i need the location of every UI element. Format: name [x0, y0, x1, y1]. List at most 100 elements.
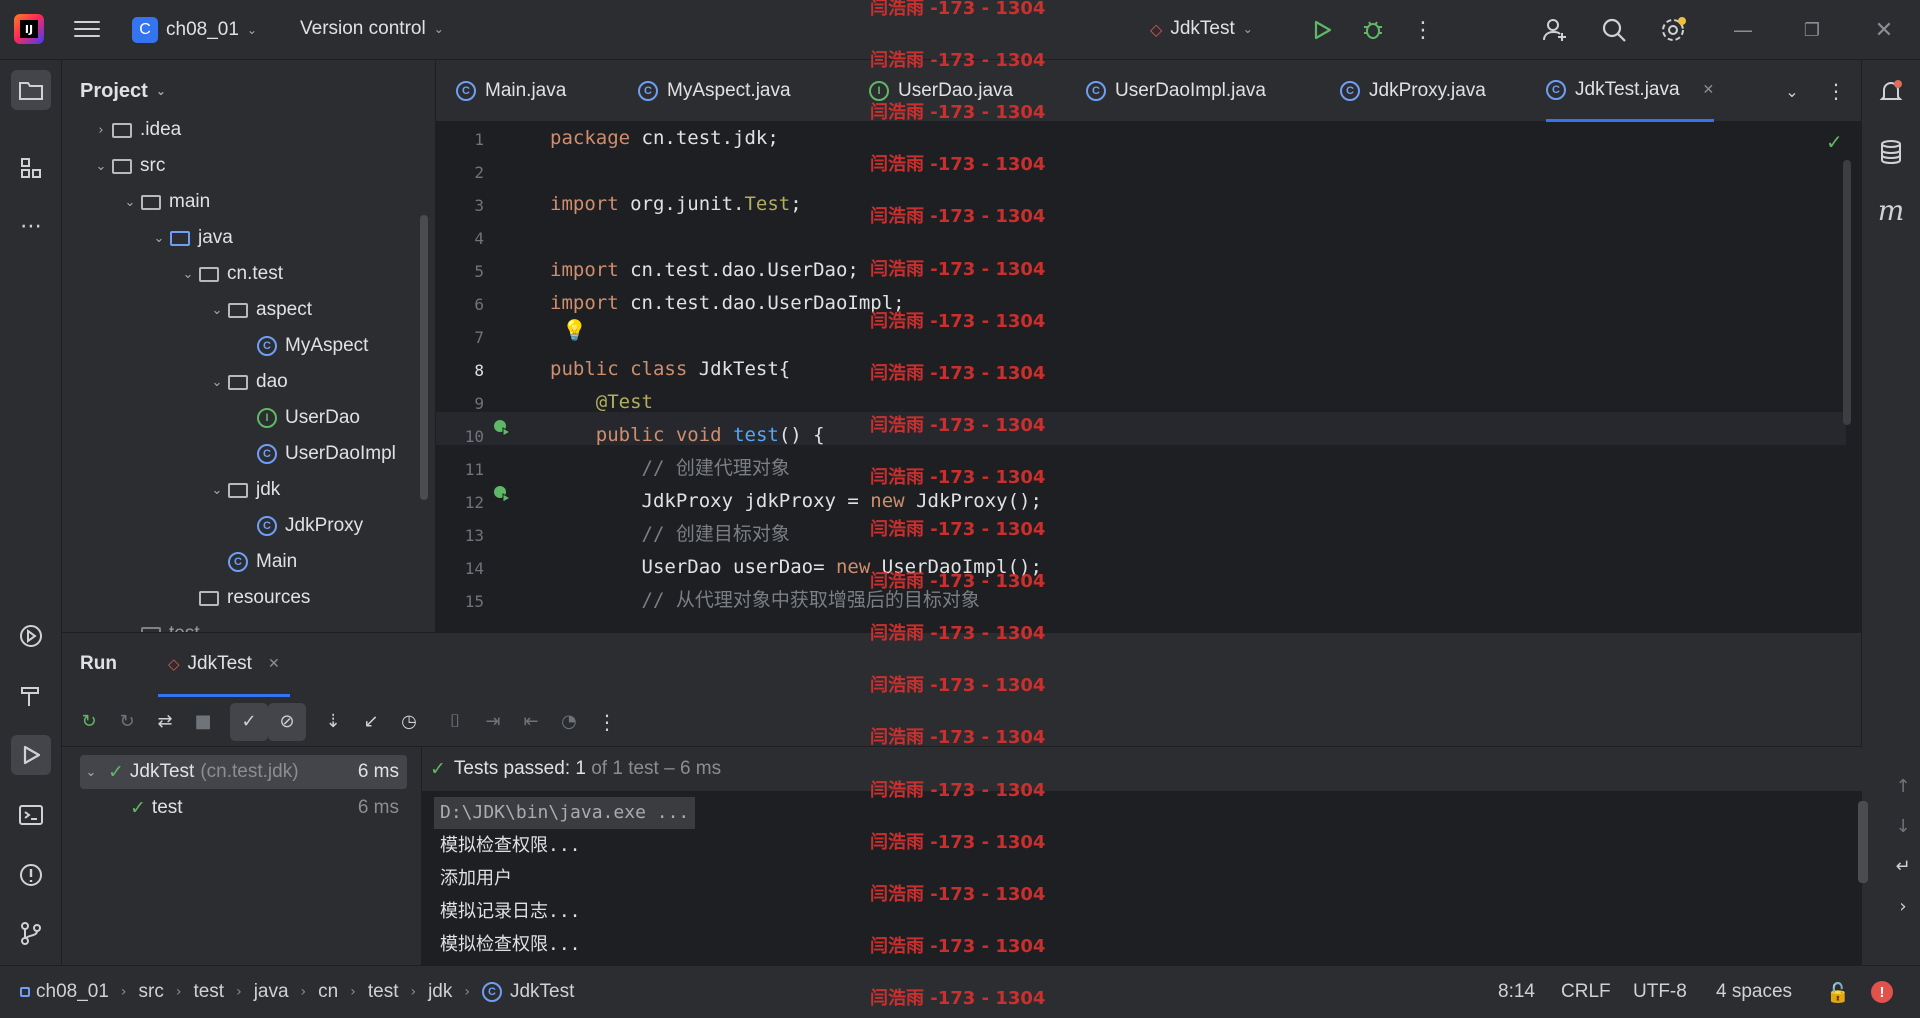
tree-item[interactable]: C UserDaoImpl	[62, 437, 396, 471]
terminal-icon[interactable]	[11, 795, 51, 835]
test-row-method[interactable]: ✓ test 6 ms	[80, 791, 407, 825]
rerun-failed-icon[interactable]: ↻	[108, 703, 146, 741]
tree-item[interactable]: ⌄ aspect	[62, 293, 312, 327]
structure-icon[interactable]	[11, 148, 51, 188]
editor-tab[interactable]: C MyAspect.java	[638, 60, 791, 122]
tree-item[interactable]: ⌄ main	[62, 185, 211, 219]
code-line[interactable]: import cn.test.dao.UserDaoImpl;	[550, 287, 905, 320]
services-icon[interactable]	[11, 616, 51, 656]
collapse-icon[interactable]: ↙	[352, 703, 390, 741]
tree-item[interactable]: C MyAspect	[62, 329, 368, 363]
caret-position[interactable]: 8:14	[1498, 981, 1535, 1003]
run-config-selector[interactable]: ◇ JdkTest ⌄	[1150, 18, 1253, 40]
build-hammer-icon[interactable]	[11, 676, 51, 716]
tree-item[interactable]: ⌄ jdk	[62, 473, 281, 507]
tab-run-config[interactable]: ◇ JdkTest ✕	[158, 633, 290, 697]
close-icon[interactable]: ✕	[1868, 14, 1900, 46]
code-line[interactable]: public void test() {	[550, 419, 825, 452]
breadcrumb-item[interactable]: jdk	[428, 981, 452, 1003]
expand-icon[interactable]: ›	[1888, 887, 1918, 927]
more-icon[interactable]: ⋮	[588, 703, 626, 741]
breadcrumb-item[interactable]: JdkTest	[510, 981, 574, 1003]
menu-icon[interactable]	[74, 16, 100, 42]
scroll-down-icon[interactable]: ↓	[1888, 807, 1918, 847]
tree-item[interactable]: resources	[62, 581, 310, 615]
tab-more-icon[interactable]: ⋮	[1820, 75, 1852, 107]
show-passed-icon[interactable]: ✓	[230, 702, 268, 741]
maximize-icon[interactable]: ❐	[1796, 14, 1828, 46]
database-icon[interactable]	[1871, 132, 1911, 172]
git-branch-icon[interactable]	[11, 913, 51, 953]
run-icon[interactable]	[1306, 14, 1338, 46]
version-control-menu[interactable]: Version control ⌄	[300, 18, 444, 40]
code-line[interactable]: JdkProxy jdkProxy = new JdkProxy();	[550, 485, 1042, 518]
intention-bulb-icon[interactable]: 💡	[562, 318, 587, 342]
problems-icon[interactable]	[11, 855, 51, 895]
editor-scrollbar[interactable]	[1843, 160, 1851, 425]
code-line[interactable]: // 从代理对象中获取增强后的目标对象	[550, 584, 980, 617]
coverage-icon[interactable]: ◔	[550, 703, 588, 741]
more-icon[interactable]: ⋮	[1407, 14, 1439, 46]
scroll-up-icon[interactable]: ↑	[1888, 767, 1918, 807]
indent-setting[interactable]: 4 spaces	[1716, 981, 1792, 1003]
settings-icon[interactable]	[1657, 14, 1689, 46]
console-scrollbar[interactable]	[1858, 801, 1868, 883]
editor-tab[interactable]: I UserDao.java	[869, 60, 1013, 122]
add-user-icon[interactable]	[1539, 14, 1571, 46]
close-tab-icon[interactable]: ✕	[1703, 82, 1715, 98]
tree-item[interactable]: ⌄ java	[62, 221, 233, 255]
search-icon[interactable]	[1598, 14, 1630, 46]
breadcrumb-item[interactable]: src	[139, 981, 164, 1003]
minimize-icon[interactable]: —	[1727, 14, 1759, 46]
toggle-auto-test-icon[interactable]: ⇄	[146, 703, 184, 741]
editor-tab[interactable]: C Main.java	[456, 60, 566, 122]
editor-tab[interactable]: C JdkProxy.java	[1340, 60, 1486, 122]
test-row-suite[interactable]: ⌄ ✓ JdkTest (cn.test.jdk) 6 ms	[80, 755, 407, 789]
run-gutter-icon[interactable]	[492, 418, 512, 443]
code-line[interactable]: // 创建代理对象	[550, 452, 790, 485]
code-line[interactable]: UserDao userDao= new UserDaoImpl();	[550, 551, 1042, 584]
breadcrumb-item[interactable]: test	[193, 981, 224, 1003]
editor-tab[interactable]: C JdkTest.java ✕	[1546, 60, 1715, 122]
code-line[interactable]: public class JdkTest{	[550, 353, 790, 386]
export-icon[interactable]: ⇤	[512, 703, 550, 741]
history-icon[interactable]: ◷	[390, 703, 428, 741]
run-tool-icon[interactable]	[11, 735, 51, 775]
no-problems-check-icon[interactable]: ✓	[1826, 130, 1843, 154]
stop-icon[interactable]: ■	[184, 703, 222, 741]
tree-item[interactable]: ⌄test	[62, 617, 200, 632]
tree-item[interactable]: ⌄ dao	[62, 365, 288, 399]
tree-item[interactable]: I UserDao	[62, 401, 360, 435]
tree-item[interactable]: C Main	[62, 545, 297, 579]
import-icon[interactable]: ⇥	[474, 703, 512, 741]
error-indicator-icon[interactable]: !	[1871, 981, 1893, 1003]
show-ignored-icon[interactable]: ⊘	[268, 702, 306, 741]
close-tab-icon[interactable]: ✕	[268, 656, 280, 672]
maven-icon[interactable]: m	[1871, 190, 1911, 230]
more-tools-icon[interactable]: ⋯	[11, 206, 51, 246]
tree-item[interactable]: › .idea	[62, 113, 181, 147]
editor-tab[interactable]: C UserDaoImpl.java	[1086, 60, 1266, 122]
tree-item[interactable]: ⌄ src	[62, 149, 166, 183]
console-output[interactable]: ✓ Tests passed: 1 of 1 test – 6 ms D:\JD…	[422, 747, 1911, 966]
sort-icon[interactable]: ⇣	[314, 703, 352, 741]
code-line[interactable]: @Test	[550, 386, 653, 419]
file-encoding[interactable]: UTF-8	[1633, 981, 1687, 1003]
camera-icon[interactable]: ⌷	[436, 703, 474, 741]
tab-list-chevron-icon[interactable]: ⌄	[1776, 75, 1808, 107]
notifications-bell-icon[interactable]	[1871, 72, 1911, 112]
project-scrollbar[interactable]	[420, 215, 428, 500]
lock-icon[interactable]: 🔓	[1826, 981, 1850, 1004]
run-gutter-icon[interactable]	[492, 484, 512, 509]
breadcrumb-item[interactable]: ch08_01	[36, 981, 109, 1003]
breadcrumb-item[interactable]: test	[368, 981, 399, 1003]
line-separator[interactable]: CRLF	[1561, 981, 1611, 1003]
tree-item[interactable]: ⌄ cn.test	[62, 257, 283, 291]
debug-icon[interactable]	[1357, 14, 1389, 46]
breadcrumb-item[interactable]: cn	[318, 981, 338, 1003]
project-folder-icon[interactable]	[11, 70, 51, 110]
soft-wrap-icon[interactable]: ↵	[1888, 847, 1918, 887]
code-line[interactable]: package cn.test.jdk;	[550, 122, 779, 155]
code-line[interactable]: import cn.test.dao.UserDao;	[550, 254, 859, 287]
breadcrumb-item[interactable]: java	[254, 981, 289, 1003]
